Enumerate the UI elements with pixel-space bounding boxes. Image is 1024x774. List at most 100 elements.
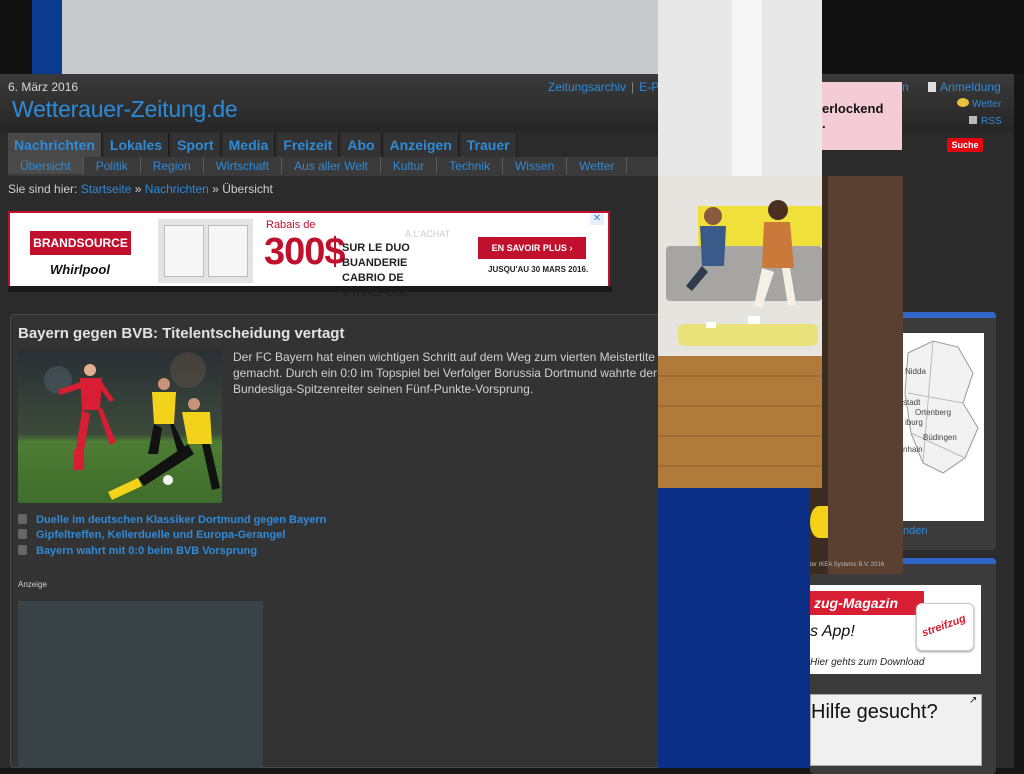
subnav-wissen[interactable]: Wissen <box>503 157 568 174</box>
clipped-link-text[interactable]: n <box>902 80 909 94</box>
article-teaser-line: Der FC Bayern hat einen wichtigen Schrit… <box>233 350 655 364</box>
offer-text: SUR LE DUO BUANDERIE CABRIO DE WHIRLPOOL <box>342 242 410 299</box>
breadcrumb-separator: » <box>212 182 219 196</box>
ad-cta-label: EN SAVOIR PLUS <box>491 243 567 253</box>
ikea-copyright: ter IKEA Systems B.V. 2016 <box>810 562 885 568</box>
anmeldung-link[interactable]: Anmeldung <box>928 80 1001 94</box>
nav-tab-nachrichten[interactable]: Nachrichten <box>8 133 102 157</box>
weather-sun-icon <box>957 98 969 107</box>
top-banner-blue-stripe <box>32 0 62 74</box>
magazin-title: zug-Magazin <box>810 591 924 615</box>
expand-arrow-icon: ↗ <box>969 695 978 706</box>
region-map-image <box>904 340 979 474</box>
nav-tab-anzeigen[interactable]: Anzeigen <box>383 133 459 157</box>
related-link[interactable]: Duelle im deutschen Klassiker Dortmund g… <box>18 514 326 526</box>
white-pillar <box>732 0 762 176</box>
nav-tab-abo[interactable]: Abo <box>341 133 382 157</box>
ikea-yellow-badge <box>810 506 828 538</box>
site-logo[interactable]: Wetterauer-Zeitung.de <box>12 96 238 123</box>
subnav-uebersicht[interactable]: Übersicht <box>8 157 84 174</box>
rss-icon <box>969 116 977 124</box>
related-link-label: Gipfeltreffen, Kellerduelle und Europa-G… <box>36 529 286 541</box>
zeitungsarchiv-link[interactable]: Zeitungsarchiv <box>548 80 626 94</box>
chevron-right-icon: › <box>569 243 573 253</box>
breadcrumb-separator: » <box>134 182 142 196</box>
breadcrumb-nachrichten[interactable]: Nachrichten <box>145 182 209 196</box>
whirlpool-logo: Whirlpool <box>50 262 110 277</box>
washer-shape <box>164 225 204 277</box>
main-navigation: Nachrichten Lokales Sport Media Freizeit… <box>8 133 658 157</box>
top-banner-ad-area[interactable] <box>62 0 658 74</box>
streifzug-magazin-ad[interactable]: zug-Magazin s App! Hier gehts zum Downlo… <box>810 585 981 674</box>
rss-link[interactable]: RSS <box>969 116 1002 127</box>
breadcrumb-startseite[interactable]: Startseite <box>81 182 132 196</box>
rss-label: RSS <box>981 116 1002 127</box>
streifzug-logo: streifzug <box>920 612 968 640</box>
bullet-icon <box>18 529 27 539</box>
subnav-politik[interactable]: Politik <box>84 157 141 174</box>
ikea-ad-blue-panel[interactable] <box>658 488 810 768</box>
related-link[interactable]: Bayern wahrt mit 0:0 beim BVB Vorsprung <box>18 545 257 557</box>
subnav-wirtschaft[interactable]: Wirtschaft <box>204 157 283 174</box>
map-label: Büdingen <box>923 433 957 442</box>
map-label: Nidda <box>905 367 926 376</box>
map-label: Ortenberg <box>915 408 952 417</box>
document-icon <box>928 82 936 92</box>
article-headline[interactable]: Bayern gegen BVB: Titelentscheidung vert… <box>18 325 344 342</box>
map-label: nhain <box>903 445 923 454</box>
subnav-wetter[interactable]: Wetter <box>567 157 628 174</box>
ad-shadow <box>8 286 612 292</box>
ad-close-icon[interactable]: ✕ <box>590 213 604 225</box>
wetter-label: Wetter <box>972 99 1002 110</box>
search-button[interactable]: Suche <box>947 138 983 152</box>
offer-faint-text: À L'ACHAT <box>405 229 451 239</box>
related-link[interactable]: Gipfeltreffen, Kellerduelle und Europa-G… <box>18 529 285 541</box>
breadcrumb-current: Übersicht <box>222 182 273 196</box>
magazin-app-text: s App! <box>810 623 855 640</box>
top-links: Zeitungsarchiv | E-Pa <box>548 80 666 94</box>
hilfe-gesucht-box[interactable]: Hilfe gesucht? ↗ <box>810 694 982 766</box>
bullet-icon <box>18 514 27 524</box>
subnav-aus-aller-welt[interactable]: Aus aller Welt <box>282 157 381 174</box>
nav-tab-freizeit[interactable]: Freizeit <box>277 133 340 157</box>
rabais-amount: 300$ <box>264 231 346 273</box>
ad-placeholder[interactable] <box>18 601 263 768</box>
map-label: iburg <box>905 418 923 427</box>
offer-valid-until: JUSQU'AU 30 MARS 2016. <box>488 265 589 274</box>
separator: | <box>631 80 635 94</box>
sub-navigation: Übersicht Politik Region Wirtschaft Aus … <box>8 157 658 176</box>
breadcrumb-prefix: Sie sind hier: <box>8 182 78 196</box>
subnav-region[interactable]: Region <box>141 157 204 174</box>
streifzug-logo-tile: streifzug <box>916 603 974 651</box>
article-teaser-line: gemacht. Durch ein 0:0 im Topspiel bei V… <box>233 366 657 380</box>
article-photo[interactable] <box>18 350 222 503</box>
brick-wall-image <box>828 176 903 574</box>
football-photo-image <box>18 350 222 503</box>
bullet-icon <box>18 545 27 555</box>
article-teaser-line: Bundesliga-Spitzenreiter seinen Fünf-Pun… <box>233 382 534 396</box>
pink-ad-box[interactable]: erlockend . <box>820 82 902 150</box>
wetter-link[interactable]: Wetter <box>957 98 1001 110</box>
pink-ad-text: . <box>822 116 826 131</box>
whirlpool-ad-banner[interactable]: BRANDSOURCE Whirlpool Rabais de 300$ SUR… <box>8 211 610 299</box>
region-map[interactable]: Nidda stadt Ortenberg iburg Büdingen nha… <box>903 333 984 521</box>
ikea-ad-top-panel[interactable] <box>658 0 822 176</box>
washer-dryer-image <box>158 219 253 283</box>
breadcrumb: Sie sind hier: Startseite » Nachrichten … <box>8 182 273 196</box>
hilfe-gesucht-text: Hilfe gesucht? <box>811 701 938 723</box>
related-link-label: Duelle im deutschen Klassiker Dortmund g… <box>36 514 327 526</box>
anzeige-label: Anzeige <box>18 580 47 589</box>
article-teaser: Der FC Bayern hat einen wichtigen Schrit… <box>233 349 658 397</box>
subnav-kultur[interactable]: Kultur <box>381 157 438 174</box>
magazin-download-text: Hier gehts zum Download <box>810 657 925 668</box>
nav-tab-lokales[interactable]: Lokales <box>103 133 170 157</box>
map-label: stadt <box>903 398 921 407</box>
map-link[interactable]: nden <box>903 525 927 537</box>
dryer-shape <box>208 225 248 277</box>
ikea-living-room-image[interactable] <box>658 176 822 488</box>
ad-cta-button[interactable]: EN SAVOIR PLUS › <box>478 237 586 259</box>
nav-tab-media[interactable]: Media <box>222 133 276 157</box>
nav-tab-sport[interactable]: Sport <box>171 133 221 157</box>
subnav-technik[interactable]: Technik <box>437 157 503 174</box>
nav-tab-trauer[interactable]: Trauer <box>460 133 517 157</box>
